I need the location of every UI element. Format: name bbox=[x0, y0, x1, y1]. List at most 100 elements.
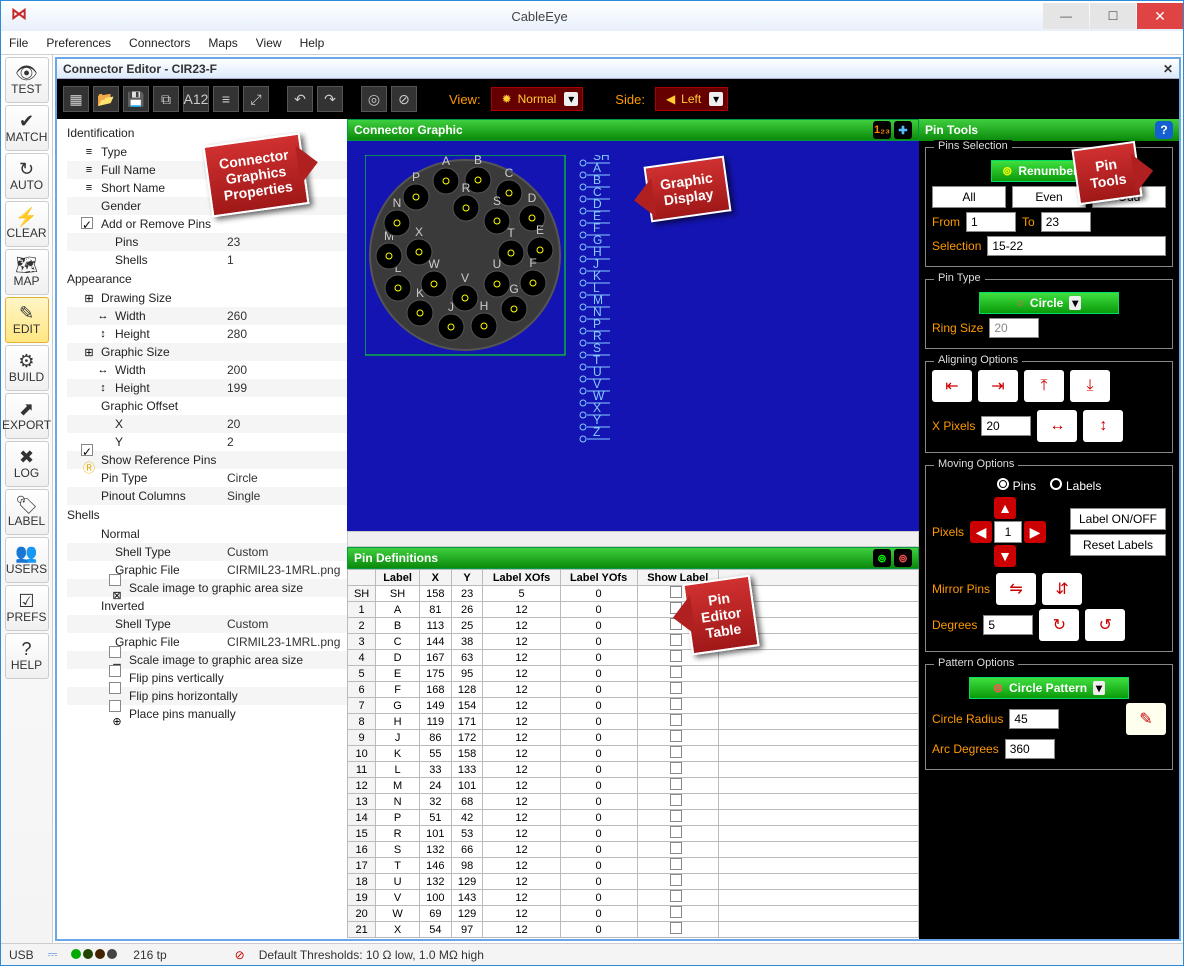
prop-row[interactable]: Shell TypeCustom bbox=[67, 615, 347, 633]
window-minimize-button[interactable]: — bbox=[1043, 3, 1089, 29]
prop-row[interactable]: ✓ⓇShow Reference Pins bbox=[67, 451, 347, 469]
graphic-header-btn-1[interactable]: 1₂₃ bbox=[873, 121, 891, 139]
sidebar-test-button[interactable]: 👁TEST bbox=[5, 57, 49, 103]
side-select[interactable]: ◀Left bbox=[655, 87, 728, 111]
toolbar-btn-6[interactable]: ≡ bbox=[213, 86, 239, 112]
move-left-button[interactable]: ◀ bbox=[970, 521, 992, 543]
distribute-v-button[interactable]: ↕ bbox=[1083, 410, 1123, 442]
menu-file[interactable]: File bbox=[9, 36, 28, 50]
prop-row[interactable]: Normal bbox=[67, 525, 347, 543]
prop-row[interactable]: ↔Width260 bbox=[67, 307, 347, 325]
label-onoff-button[interactable]: Label ON/OFF bbox=[1070, 508, 1166, 530]
pin-definitions-grid[interactable]: LabelXYLabel XOfsLabel YOfsShow LabelSHS… bbox=[347, 569, 919, 939]
toolbar-btn-1[interactable]: ▦ bbox=[63, 86, 89, 112]
sidebar-prefs-button[interactable]: ☑PREFS bbox=[5, 585, 49, 631]
arc-degrees-input[interactable] bbox=[1005, 739, 1055, 759]
sidebar-log-button[interactable]: ✖LOG bbox=[5, 441, 49, 487]
prop-row[interactable]: ↔Width200 bbox=[67, 361, 347, 379]
rotate-ccw-button[interactable]: ↺ bbox=[1085, 609, 1125, 641]
mirror-h-button[interactable]: ⇋ bbox=[996, 573, 1036, 605]
pindef-btn-1[interactable]: ⊚ bbox=[873, 549, 891, 567]
menu-view[interactable]: View bbox=[256, 36, 282, 50]
sidebar-build-button[interactable]: ⚙BUILD bbox=[5, 345, 49, 391]
toolbar-cancel-button[interactable]: ⊘ bbox=[391, 86, 417, 112]
sidebar-edit-button[interactable]: ✎EDIT bbox=[5, 297, 49, 343]
editor-close-button[interactable]: ✕ bbox=[1163, 62, 1173, 76]
pindef-btn-2[interactable]: ⊚ bbox=[894, 549, 912, 567]
prop-row[interactable]: Shell TypeCustom bbox=[67, 543, 347, 561]
align-left-button[interactable]: ⇤ bbox=[932, 370, 972, 402]
menu-connectors[interactable]: Connectors bbox=[129, 36, 190, 50]
move-up-button[interactable]: ▲ bbox=[994, 497, 1016, 519]
graphic-display[interactable]: ABCDEFGHJKLMNPRSTUVWXSHABCDEFGHJKLMNPRST… bbox=[347, 141, 919, 531]
toolbar-btn-5[interactable]: A12 bbox=[183, 86, 209, 112]
labels-radio[interactable] bbox=[1050, 478, 1062, 490]
prop-row[interactable]: ⊠Scale image to graphic area size bbox=[67, 579, 347, 597]
align-top-button[interactable]: ⤒ bbox=[1024, 370, 1064, 402]
window-close-button[interactable]: ✕ bbox=[1137, 3, 1183, 29]
graphic-scrollbar[interactable] bbox=[347, 531, 919, 547]
from-input[interactable] bbox=[966, 212, 1016, 232]
prop-row[interactable]: ↕Height280 bbox=[67, 325, 347, 343]
ring-size-input[interactable] bbox=[989, 318, 1039, 338]
prop-row[interactable]: Shells1 bbox=[67, 251, 347, 269]
align-bottom-button[interactable]: ⤓ bbox=[1070, 370, 1110, 402]
toolbar-undo-button[interactable]: ↶ bbox=[287, 86, 313, 112]
graphic-header-btn-2[interactable]: ✚ bbox=[894, 121, 912, 139]
rotate-cw-button[interactable]: ↻ bbox=[1039, 609, 1079, 641]
even-button[interactable]: Even bbox=[1012, 186, 1086, 208]
distribute-h-button[interactable]: ↔ bbox=[1037, 410, 1077, 442]
toolbar-target-button[interactable]: ◎ bbox=[361, 86, 387, 112]
prop-row[interactable]: Y2 bbox=[67, 433, 347, 451]
status-tp: 216 tp bbox=[133, 948, 166, 962]
prop-row[interactable]: ↕Height199 bbox=[67, 379, 347, 397]
sidebar-auto-button[interactable]: ↻AUTO bbox=[5, 153, 49, 199]
sidebar-label-button[interactable]: 🏷LABEL bbox=[5, 489, 49, 535]
pattern-select[interactable]: ⊚Circle Pattern bbox=[969, 677, 1129, 699]
toolbar-redo-button[interactable]: ↷ bbox=[317, 86, 343, 112]
toolbar-copy-button[interactable]: ⧉ bbox=[153, 86, 179, 112]
sidebar-help-button[interactable]: ?HELP bbox=[5, 633, 49, 679]
prop-row[interactable]: Inverted bbox=[67, 597, 347, 615]
move-down-button[interactable]: ▼ bbox=[994, 545, 1016, 567]
degrees-label: Degrees bbox=[932, 618, 977, 632]
prop-row[interactable]: Pinout ColumnsSingle bbox=[67, 487, 347, 505]
reset-labels-button[interactable]: Reset Labels bbox=[1070, 534, 1166, 556]
prop-row[interactable]: ⊞Drawing Size bbox=[67, 289, 347, 307]
to-input[interactable] bbox=[1041, 212, 1091, 232]
sidebar-map-button[interactable]: 🗺MAP bbox=[5, 249, 49, 295]
apply-pattern-button[interactable]: ✎ bbox=[1126, 703, 1166, 735]
sidebar-export-button[interactable]: ⬈EXPORT bbox=[5, 393, 49, 439]
help-icon[interactable]: ? bbox=[1155, 121, 1173, 139]
move-right-button[interactable]: ▶ bbox=[1024, 521, 1046, 543]
align-right-button[interactable]: ⇥ bbox=[978, 370, 1018, 402]
prop-row[interactable]: ⊕Place pins manually bbox=[67, 705, 347, 723]
prop-row[interactable]: ⊞Graphic Size bbox=[67, 343, 347, 361]
view-select[interactable]: ✹Normal bbox=[491, 87, 584, 111]
prop-row[interactable]: Pins23 bbox=[67, 233, 347, 251]
menu-maps[interactable]: Maps bbox=[208, 36, 237, 50]
toolbar-expand-button[interactable]: ⤢ bbox=[243, 86, 269, 112]
move-step-input[interactable] bbox=[994, 521, 1022, 543]
sidebar-users-button[interactable]: 👥USERS bbox=[5, 537, 49, 583]
prop-row[interactable]: X20 bbox=[67, 415, 347, 433]
pins-radio[interactable] bbox=[997, 478, 1009, 490]
toolbar-save-button[interactable]: 💾 bbox=[123, 86, 149, 112]
prop-row[interactable]: Graphic Offset bbox=[67, 397, 347, 415]
menu-preferences[interactable]: Preferences bbox=[46, 36, 111, 50]
all-button[interactable]: All bbox=[932, 186, 1006, 208]
pin-type-select[interactable]: ○Circle bbox=[979, 292, 1119, 314]
mirror-v-button[interactable]: ⇵ bbox=[1042, 573, 1082, 605]
prop-row[interactable]: Pin TypeCircle bbox=[67, 469, 347, 487]
menu-help[interactable]: Help bbox=[300, 36, 325, 50]
selection-input[interactable] bbox=[987, 236, 1166, 256]
degrees-input[interactable] bbox=[983, 615, 1033, 635]
sidebar-clear-button[interactable]: ⚡CLEAR bbox=[5, 201, 49, 247]
toolbar-open-button[interactable]: 📂 bbox=[93, 86, 119, 112]
properties-pane[interactable]: Identification≡TypeCUSTOM≡Full NameCIR23… bbox=[57, 119, 347, 939]
circle-radius-input[interactable] bbox=[1009, 709, 1059, 729]
sidebar-match-button[interactable]: ✔MATCH bbox=[5, 105, 49, 151]
window-maximize-button[interactable]: ☐ bbox=[1090, 3, 1136, 29]
x-pixels-input[interactable] bbox=[981, 416, 1031, 436]
prop-row[interactable]: ✓Add or Remove Pins bbox=[67, 215, 347, 233]
